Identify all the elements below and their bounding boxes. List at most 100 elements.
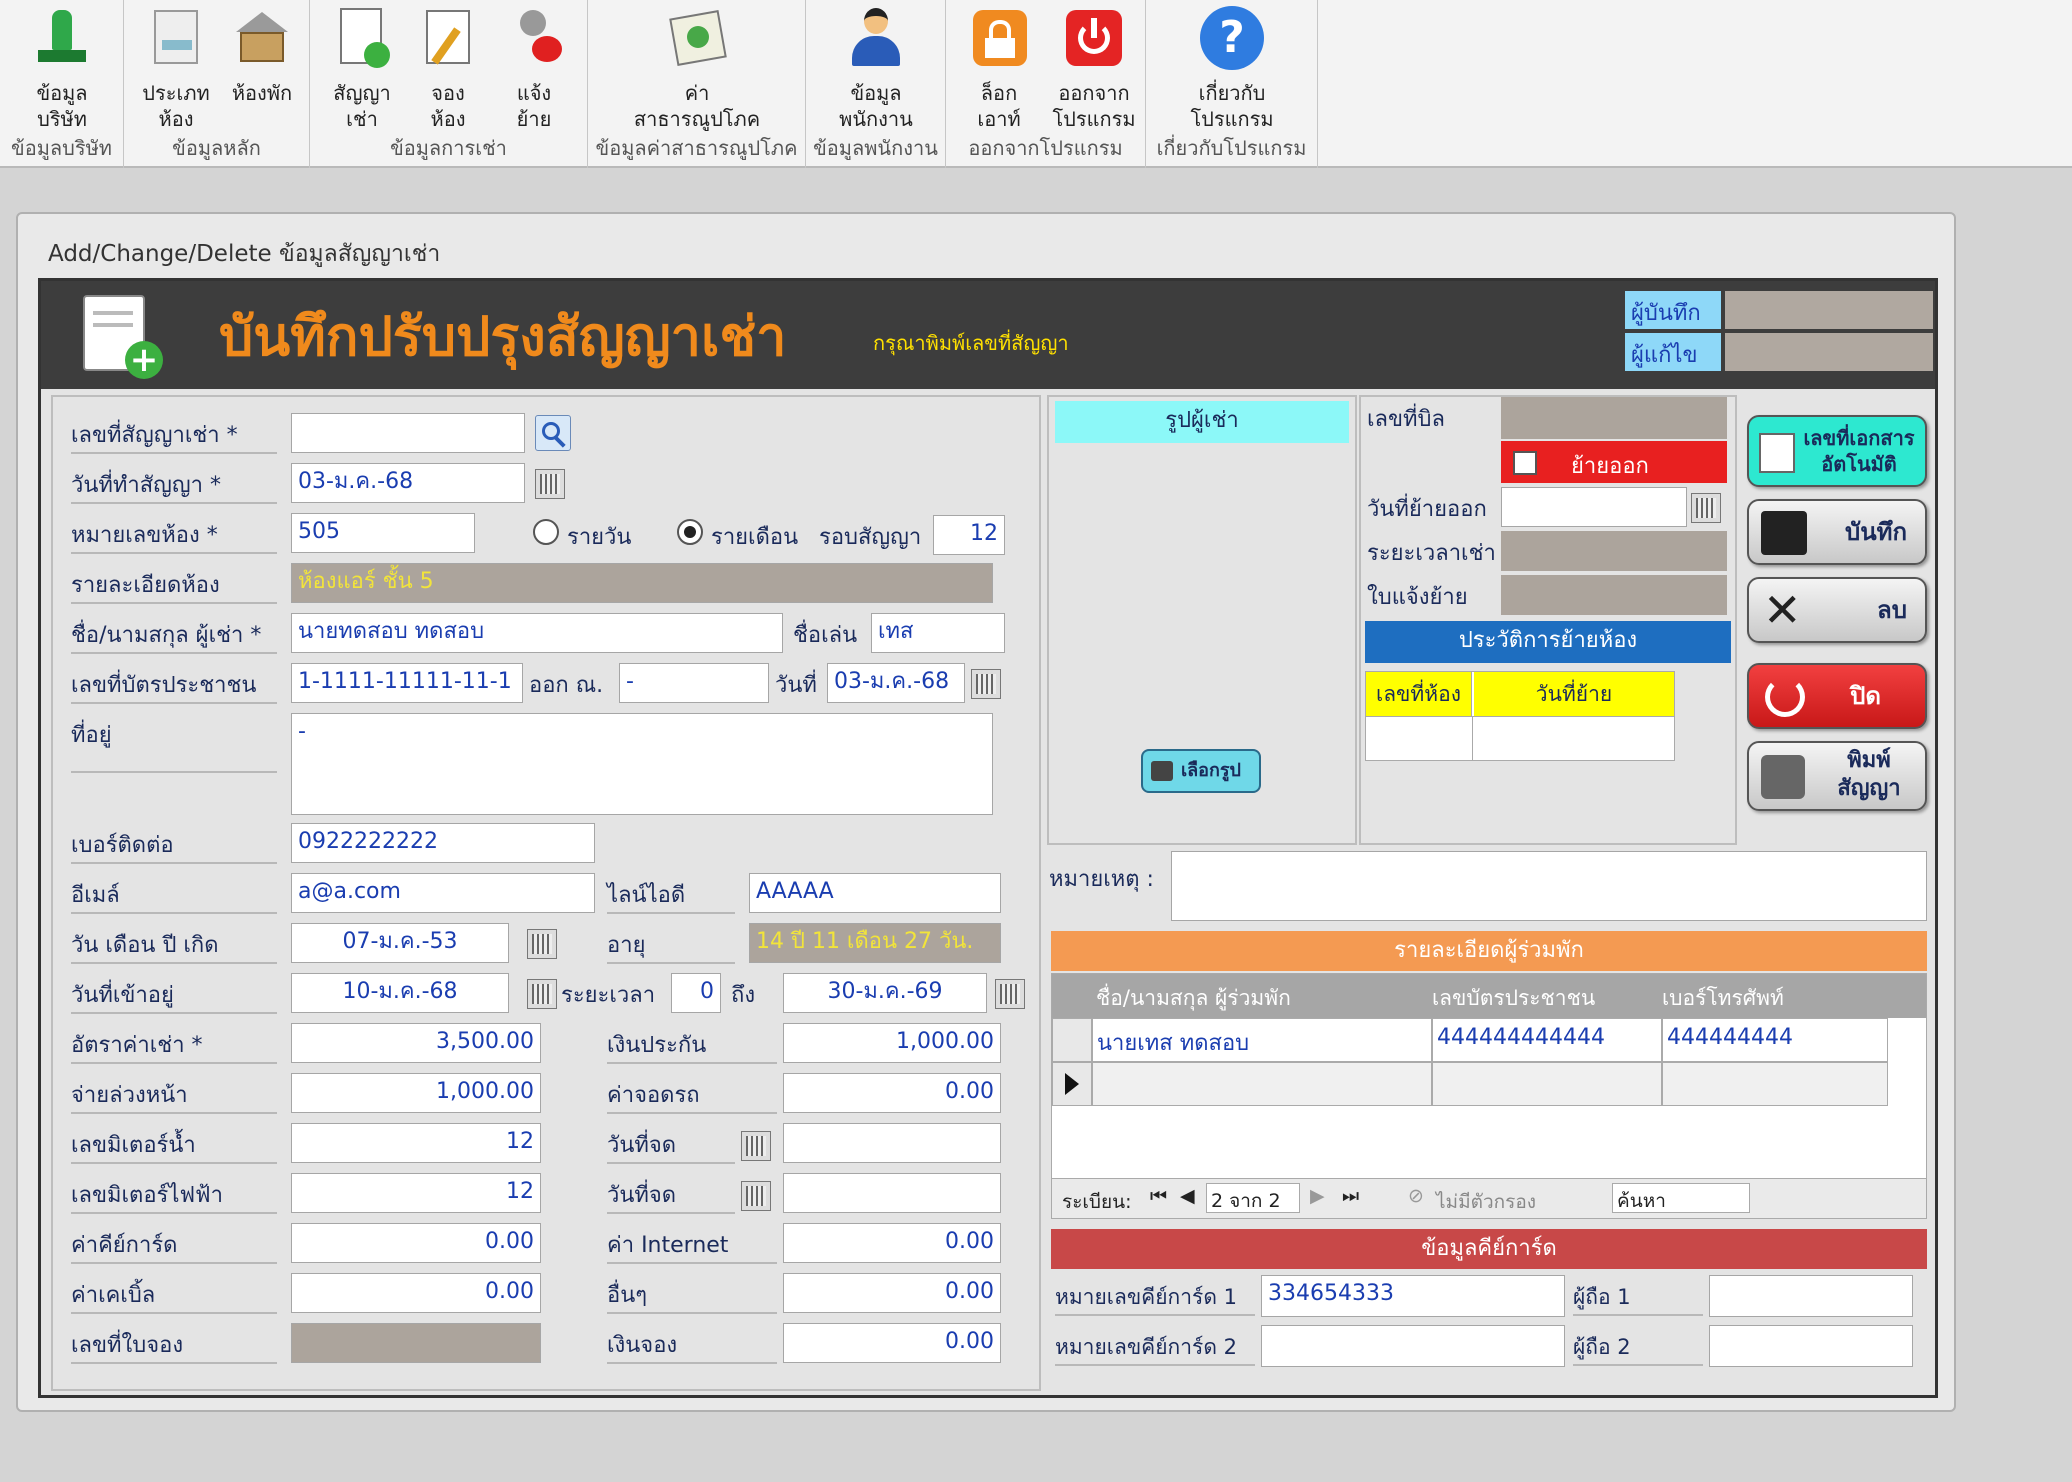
deposit-label: เงินประกัน	[607, 1027, 777, 1064]
address-input[interactable]: -	[291, 713, 993, 815]
ribbon-caption: ข้อมูลพนักงาน	[813, 136, 938, 160]
calendar-icon[interactable]	[741, 1131, 771, 1161]
move-in-date-input[interactable]: 10-ม.ค.-68	[291, 973, 509, 1013]
email-input[interactable]: a@a.com	[291, 873, 595, 913]
moveout-checkbox-row[interactable]: ย้ายออก	[1501, 441, 1727, 483]
ribbon-group-about: ? เกี่ยวกับ โปรแกรม เกี่ยวกับโปรแกรม	[1146, 0, 1318, 168]
electric-meter-input[interactable]: 12	[291, 1173, 541, 1213]
note-input[interactable]	[1171, 851, 1927, 921]
duration-input[interactable]: 0	[671, 973, 721, 1013]
calendar-icon[interactable]	[1691, 493, 1721, 523]
phone-input[interactable]: 0922222222	[291, 823, 595, 863]
end-date-input[interactable]: 30-ม.ค.-69	[783, 973, 987, 1013]
row-selector[interactable]	[1052, 1062, 1092, 1106]
room-detail-label: รายละเอียดห้อง	[71, 567, 277, 604]
electric-date-input[interactable]	[783, 1173, 1001, 1213]
card2-input[interactable]	[1261, 1325, 1565, 1367]
filter-label[interactable]: ไม่มีตัวกรอง	[1436, 1187, 1536, 1217]
ribbon-label: ข้อมูล พนักงาน	[839, 81, 913, 131]
room-no-input[interactable]: 505	[291, 513, 475, 553]
table-cell[interactable]	[1092, 1062, 1432, 1106]
calendar-icon[interactable]	[971, 669, 1001, 699]
monthly-radio[interactable]	[677, 519, 703, 545]
ribbon-caption: เกี่ยวกับโปรแกรม	[1156, 136, 1307, 160]
choose-photo-button[interactable]: เลือกรูป	[1141, 749, 1261, 793]
booking-money-input[interactable]: 0.00	[783, 1323, 1001, 1363]
last-record-icon[interactable]: ⏭	[1342, 1185, 1359, 1207]
calendar-icon[interactable]	[527, 929, 557, 959]
print-contract-button[interactable]: พิมพ์สัญญา	[1747, 741, 1927, 811]
age-value: 14 ปี 11 เดือน 27 วัน.	[749, 923, 1001, 963]
line-id-input[interactable]: AAAAA	[749, 873, 1001, 913]
room-type-button[interactable]: ประเภท ห้อง	[134, 6, 218, 132]
internet-fee-input[interactable]: 0.00	[783, 1223, 1001, 1263]
auto-doc-button[interactable]: เลขที่เอกสารอัตโนมัติ	[1747, 415, 1927, 487]
issued-at-label: ออก ณ.	[529, 673, 604, 698]
daily-radio[interactable]	[533, 519, 559, 545]
utility-button[interactable]: ค่า สาธารณูปโภค	[618, 6, 776, 132]
cable-fee-input[interactable]: 0.00	[291, 1273, 541, 1313]
parking-label: ค่าจอดรถ	[607, 1077, 777, 1114]
tenant-name-input[interactable]: นายทดสอบ ทดสอบ	[291, 613, 783, 653]
booking-button[interactable]: จอง ห้อง	[406, 6, 490, 132]
table-cell[interactable]	[1662, 1062, 1888, 1106]
holder1-input[interactable]	[1709, 1275, 1913, 1317]
row-selector[interactable]	[1052, 1018, 1092, 1062]
keycard-fee-input[interactable]: 0.00	[291, 1223, 541, 1263]
logout-button[interactable]: ล็อก เอาท์	[956, 6, 1042, 132]
nickname-input[interactable]: เทส	[871, 613, 1005, 653]
contract-cycle-input[interactable]: 12	[933, 515, 1005, 555]
rent-rate-input[interactable]: 3,500.00	[291, 1023, 541, 1063]
calendar-icon[interactable]	[995, 979, 1025, 1009]
exit-program-button[interactable]: ออกจาก โปรแกรม	[1044, 6, 1144, 132]
issue-date-input[interactable]: 03-ม.ค.-68	[827, 663, 965, 703]
card1-label: หมายเลขคีย์การ์ด 1	[1055, 1281, 1255, 1316]
room-no-label: หมายเลขห้อง *	[71, 517, 277, 554]
moveout-checkbox[interactable]	[1513, 451, 1537, 475]
keycard-fee-label: ค่าคีย์การ์ด	[71, 1227, 277, 1264]
history-col-room: เลขที่ห้อง	[1366, 672, 1472, 716]
monthly-radio-label: รายเดือน	[711, 525, 799, 550]
company-button[interactable]: ข้อมูล บริษัท	[14, 6, 110, 132]
deposit-input[interactable]: 1,000.00	[783, 1023, 1001, 1063]
ribbon-group-utility: ค่า สาธารณูปโภค ข้อมูลค่าสาธารณูปโภค	[588, 0, 806, 168]
table-cell[interactable]	[1432, 1062, 1662, 1106]
issued-at-input[interactable]: -	[619, 663, 769, 703]
search-icon[interactable]	[535, 415, 571, 451]
first-record-icon[interactable]: ⏮	[1150, 1185, 1167, 1207]
cotenants-col-id: เลขบัตรประชาชน	[1432, 986, 1596, 1010]
contract-no-input[interactable]	[291, 413, 525, 453]
delete-button[interactable]: ✕ ลบ	[1747, 577, 1927, 643]
help-icon: ?	[1200, 6, 1264, 70]
parking-input[interactable]: 0.00	[783, 1073, 1001, 1113]
about-button[interactable]: ? เกี่ยวกับ โปรแกรม	[1176, 6, 1288, 132]
email-label: อีเมล์	[71, 877, 277, 914]
table-cell[interactable]: 444444444	[1662, 1018, 1888, 1062]
contract-date-input[interactable]: 03-ม.ค.-68	[291, 463, 525, 503]
other-fee-input[interactable]: 0.00	[783, 1273, 1001, 1313]
calendar-icon[interactable]	[527, 979, 557, 1009]
next-record-icon[interactable]: ▶	[1310, 1185, 1325, 1207]
card1-input[interactable]: 334654333	[1261, 1275, 1565, 1317]
save-button[interactable]: บันทึก	[1747, 499, 1927, 565]
table-cell[interactable]: นายเทส ทดสอบ	[1092, 1018, 1432, 1062]
room-button[interactable]: ห้องพัก	[220, 6, 304, 106]
advance-input[interactable]: 1,000.00	[291, 1073, 541, 1113]
calendar-icon[interactable]	[741, 1181, 771, 1211]
move-button[interactable]: แจ้ง ย้าย	[492, 6, 576, 132]
holder2-input[interactable]	[1709, 1325, 1913, 1367]
id-card-input[interactable]: 1-1111-11111-11-1	[291, 663, 523, 703]
close-button[interactable]: ปิด	[1747, 663, 1927, 729]
filter-icon[interactable]: ⊘	[1408, 1185, 1424, 1207]
prev-record-icon[interactable]: ◀	[1180, 1185, 1195, 1207]
record-position[interactable]: 2 จาก 2	[1206, 1183, 1300, 1213]
moveout-date-input[interactable]	[1501, 487, 1687, 527]
table-cell[interactable]: 444444444444	[1432, 1018, 1662, 1062]
contract-button[interactable]: สัญญา เช่า	[320, 6, 404, 132]
calendar-icon[interactable]	[535, 469, 565, 499]
search-input[interactable]: ค้นหา	[1612, 1183, 1750, 1213]
birth-date-input[interactable]: 07-ม.ค.-53	[291, 923, 509, 963]
water-meter-input[interactable]: 12	[291, 1123, 541, 1163]
employee-button[interactable]: ข้อมูล พนักงาน	[826, 6, 926, 132]
water-date-input[interactable]	[783, 1123, 1001, 1163]
